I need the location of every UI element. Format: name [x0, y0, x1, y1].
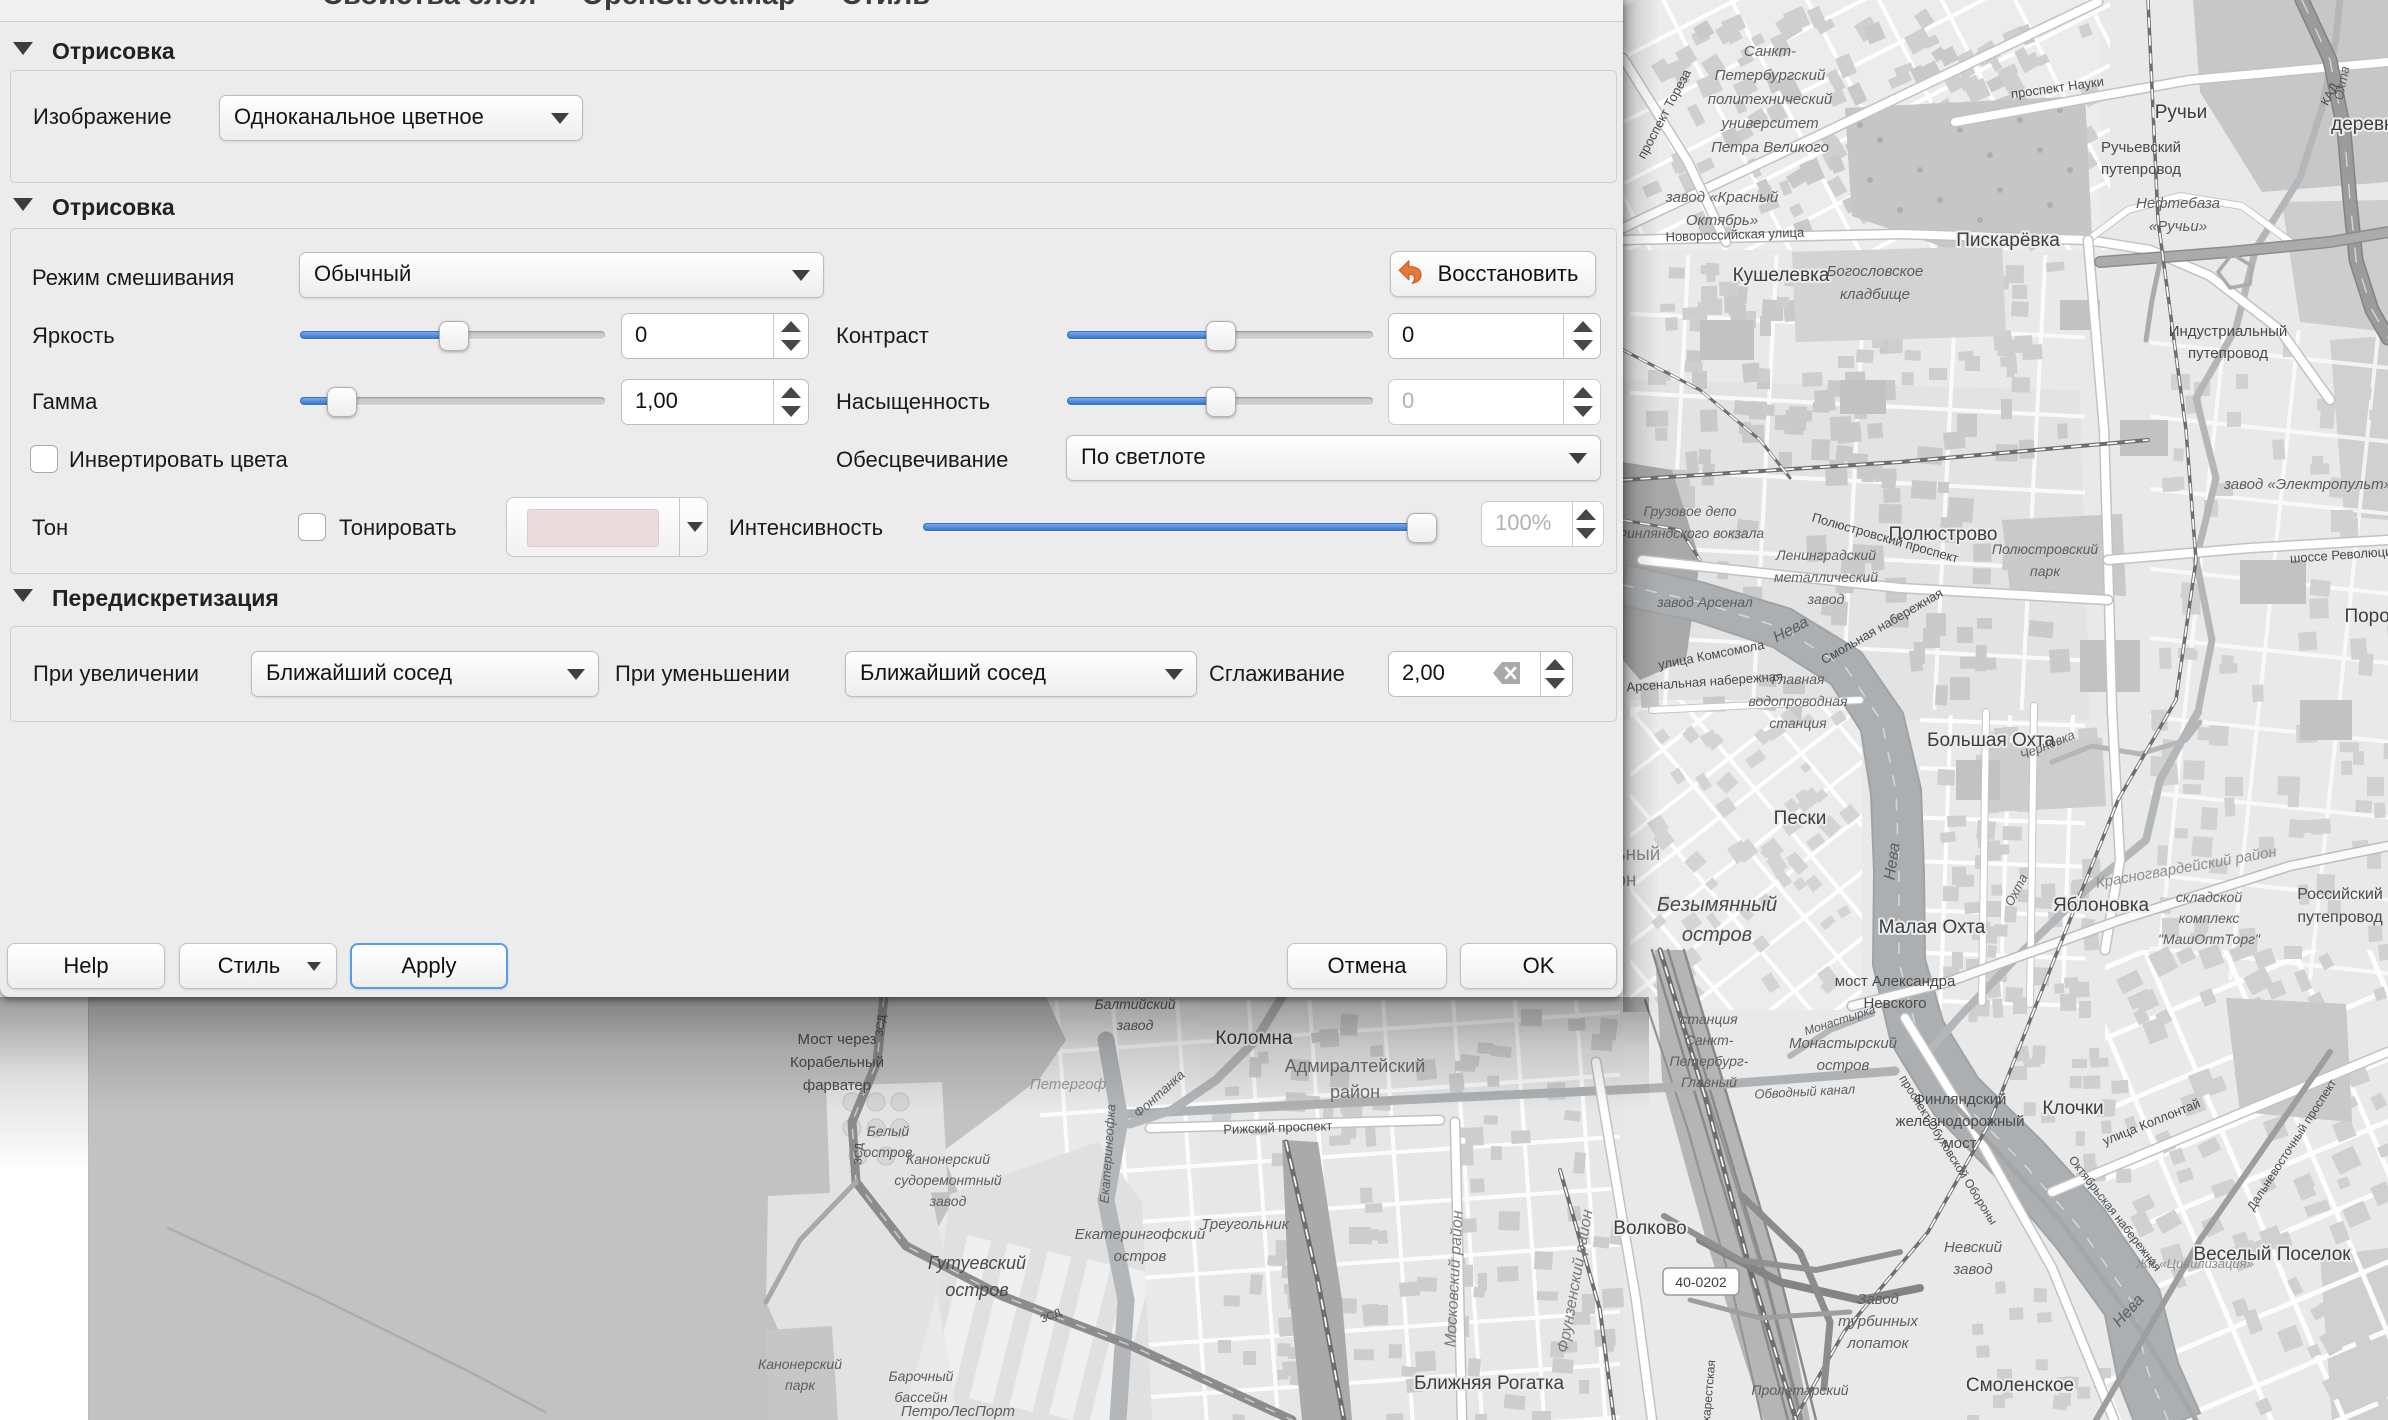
svg-text:Богословское: Богословское [1827, 263, 1924, 280]
svg-text:Клочки: Клочки [2042, 1098, 2103, 1119]
svg-text:остров: остров [1817, 1057, 1870, 1074]
svg-text:комплекс: комплекс [2179, 910, 2240, 926]
svg-text:станция: станция [1680, 1011, 1738, 1027]
svg-text:Пески: Пески [1774, 808, 1827, 829]
svg-text:университет: университет [1720, 115, 1818, 132]
svg-text:Индустриальный: Индустриальный [2169, 323, 2288, 340]
svg-text:Пролетарский: Пролетарский [1751, 1382, 1848, 1398]
svg-text:Финляндский: Финляндский [1914, 1091, 2007, 1108]
svg-text:Невского: Невского [1863, 995, 1926, 1012]
svg-text:Канонерский: Канонерский [906, 1151, 990, 1167]
svg-text:турбинных: турбинных [1838, 1313, 1918, 1330]
svg-text:остров: остров [1114, 1248, 1167, 1265]
svg-text:мост Александра: мост Александра [1835, 973, 1956, 990]
svg-text:Канонерский: Канонерский [758, 1356, 842, 1372]
svg-text:завод: завод [1952, 1261, 1992, 1278]
svg-text:Безымянный: Безымянный [1657, 894, 1777, 916]
svg-text:путепровод: путепровод [2188, 345, 2268, 362]
svg-text:Главный: Главный [1681, 1074, 1737, 1090]
svg-text:парк: парк [2030, 563, 2061, 579]
svg-text:лопаток: лопаток [1846, 1335, 1909, 1352]
svg-text:Екатерингофский: Екатерингофский [1075, 1226, 1206, 1243]
svg-text:Волково: Волково [1613, 1218, 1686, 1239]
svg-text:судоремонтный: судоремонтный [894, 1172, 1002, 1188]
svg-text:остров: остров [945, 1280, 1008, 1300]
svg-text:Санкт-: Санкт- [1685, 1032, 1734, 1048]
svg-text:Малая Охта: Малая Охта [1879, 917, 1986, 938]
svg-text:Петербургский: Петербургский [1715, 67, 1826, 84]
svg-text:40-0202: 40-0202 [1675, 1274, 1727, 1290]
svg-text:парк: парк [785, 1377, 816, 1393]
svg-text:остров: остров [1682, 924, 1752, 946]
svg-text:Гутуевский: Гутуевский [928, 1253, 1026, 1273]
svg-text:Ближняя Рогатка: Ближняя Рогатка [1414, 1373, 1565, 1394]
svg-text:Полюстровский: Полюстровский [1992, 541, 2099, 557]
svg-text:складской: складской [2176, 889, 2242, 905]
svg-text:станция: станция [1769, 715, 1827, 731]
svg-text:Завод: Завод [1857, 1291, 1899, 1308]
svg-text:деревня: деревня [2331, 114, 2388, 135]
svg-text:завод: завод [929, 1193, 967, 1209]
svg-text:Ручьевский: Ручьевский [2101, 139, 2181, 156]
svg-text:Смоленское: Смоленское [1966, 1375, 2074, 1396]
svg-text:Санкт-: Санкт- [1744, 43, 1796, 60]
svg-text:путепровод: путепровод [2297, 909, 2383, 926]
svg-text:ПетроЛесПорт: ПетроЛесПорт [901, 1403, 1015, 1420]
svg-text:Порохов: Порохов [2344, 606, 2388, 627]
svg-text:Яблоновка: Яблоновка [2053, 895, 2150, 916]
svg-text:Барочный: Барочный [889, 1368, 954, 1384]
svg-text:Ручьи: Ручьи [2155, 102, 2208, 123]
svg-text:кладбище: кладбище [1840, 286, 1910, 303]
svg-text:Ленинградский: Ленинградский [1775, 547, 1876, 563]
svg-text:путепровод: путепровод [2101, 161, 2181, 178]
svg-text:политехнический: политехнический [1708, 91, 1833, 108]
svg-text:завод: завод [1807, 591, 1845, 607]
svg-text:«Ручьи»: «Ручьи» [2149, 218, 2207, 235]
svg-text:Пискарёвка: Пискарёвка [1956, 230, 2060, 251]
svg-text:завод «Красный: завод «Красный [1665, 189, 1779, 206]
svg-text:Треугольник: Треугольник [1201, 1216, 1290, 1233]
svg-text:Невский: Невский [1944, 1239, 2003, 1256]
svg-text:Петра Великого: Петра Великого [1711, 139, 1829, 156]
svg-text:Белый: Белый [867, 1123, 910, 1139]
svg-text:завод Арсенал: завод Арсенал [1656, 594, 1753, 610]
svg-text:завод «Электропульт»: завод «Электропульт» [2223, 476, 2388, 493]
svg-text:"МашОптТорг": "МашОптТорг" [2158, 931, 2261, 947]
svg-text:Кушелевка: Кушелевка [1733, 265, 1830, 286]
svg-text:Петербург-: Петербург- [1670, 1053, 1749, 1069]
svg-text:мост: мост [1943, 1135, 1976, 1152]
svg-text:Российский: Российский [2297, 886, 2383, 903]
svg-text:ЗСД: ЗСД [852, 1142, 866, 1165]
svg-text:Монастырский: Монастырский [1789, 1035, 1898, 1052]
svg-text:Нефтебаза: Нефтебаза [2136, 195, 2220, 212]
svg-text:железнодорожный: железнодорожный [1896, 1113, 2025, 1130]
svg-text:водопроводная: водопроводная [1748, 693, 1848, 709]
svg-text:металлический: металлический [1774, 569, 1878, 585]
